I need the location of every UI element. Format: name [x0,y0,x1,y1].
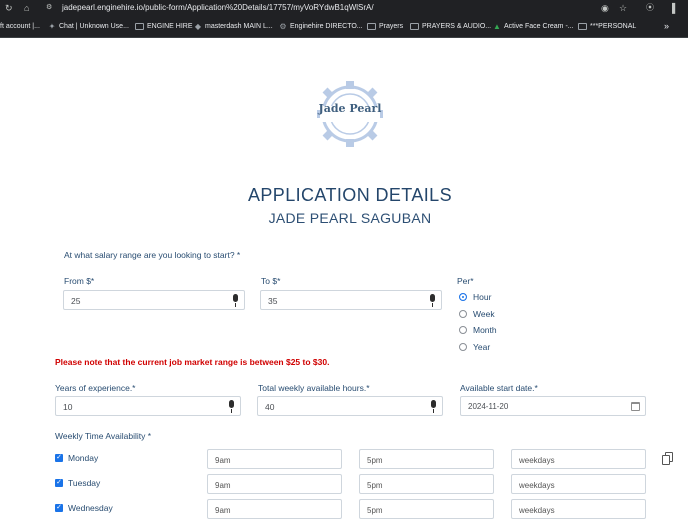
gear-logo-icon [317,81,383,147]
per-option-month[interactable]: Month [459,325,497,335]
company-logo: Jade Pearl [300,76,400,156]
radio-unselected[interactable] [459,343,467,351]
start-date-input[interactable]: 2024-11-20 [460,396,646,416]
bookmark-item[interactable]: ▲ Active Face Cream -... [493,22,574,31]
bookmark-folder[interactable]: Prayers [367,23,403,30]
to-time-input[interactable]: 5pm [359,474,494,494]
market-range-notice: Please note that the current job market … [55,357,330,367]
folder-icon [367,23,376,30]
per-option-year[interactable]: Year [459,342,490,352]
salary-question: At what salary range are you looking to … [64,250,241,260]
radio-unselected[interactable] [459,310,467,318]
from-time-input[interactable]: 9am [207,449,342,469]
more-bookmarks-button[interactable]: » [664,21,669,31]
from-time-input[interactable]: 9am [207,474,342,494]
url-text[interactable]: jadepearl.enginehire.io/public-form/Appl… [62,3,374,12]
microphone-icon[interactable] [430,400,437,413]
day-checkbox-wednesday[interactable]: ✓ Wednesday [55,503,113,513]
checkbox-checked[interactable]: ✓ [55,454,63,462]
days-input[interactable]: weekdays [511,449,646,469]
to-time-input[interactable]: 5pm [359,449,494,469]
bookmarks-bar: ft account |... ✦ Chat | Unknown Use... E… [0,16,688,38]
bookmark-item[interactable]: ✦ Chat | Unknown Use... [48,22,129,31]
site-icon: ▲ [493,22,501,31]
from-label: From $* [64,276,95,286]
experience-label: Years of experience.* [55,383,136,393]
folder-icon [135,23,144,30]
days-input[interactable]: weekdays [511,499,646,519]
site-icon: ◆ [194,22,202,31]
folder-icon [410,23,419,30]
hours-label: Total weekly available hours.* [258,383,370,393]
checkbox-checked[interactable]: ✓ [55,504,63,512]
from-salary-input[interactable]: 25 [63,290,245,310]
copy-icon[interactable] [662,452,674,465]
radio-unselected[interactable] [459,326,467,334]
per-option-hour[interactable]: Hour [459,292,491,302]
bookmark-item[interactable]: ft account |... [0,23,40,30]
experience-input[interactable]: 10 [55,396,241,416]
bookmark-folder[interactable]: ***PERSONAL [578,23,636,30]
availability-label: Weekly Time Availability * [55,431,152,441]
per-option-week[interactable]: Week [459,309,495,319]
microphone-icon[interactable] [429,294,436,307]
start-date-label: Available start date.* [460,383,538,393]
applicant-name: JADE PEARL SAGUBAN [268,210,432,226]
microphone-icon[interactable] [228,400,235,413]
calendar-icon[interactable] [631,402,640,411]
per-label: Per* [457,276,474,286]
bookmark-item[interactable]: ⚙ Enginehire DIRECTO... [279,22,362,31]
gear-icon: ⚙ [279,22,287,31]
browser-address-bar: ↻ ⌂ ⚙ jadepearl.enginehire.io/public-for… [0,0,688,16]
profile-icon[interactable]: ⦿ [646,3,654,13]
visibility-icon[interactable]: ◉ [601,3,609,13]
from-time-input[interactable]: 9am [207,499,342,519]
bookmark-folder[interactable]: ENGINE HIRE [135,23,193,30]
day-checkbox-monday[interactable]: ✓ Monday [55,453,98,463]
home-icon[interactable]: ⌂ [24,3,29,13]
bookmark-star-icon[interactable]: ☆ [619,3,627,13]
folder-icon [578,23,587,30]
form-page: Jade Pearl APPLICATION DETAILS JADE PEAR… [0,38,688,526]
day-checkbox-tuesday[interactable]: ✓ Tuesday [55,478,100,488]
hours-input[interactable]: 40 [257,396,443,416]
checkbox-checked[interactable]: ✓ [55,479,63,487]
site-info-icon[interactable]: ⚙ [46,3,52,13]
reload-icon[interactable]: ↻ [5,3,13,13]
to-label: To $* [261,276,281,286]
microphone-icon[interactable] [232,294,239,307]
radio-selected[interactable] [459,293,467,301]
logo-text: Jade Pearl [318,102,382,115]
bookmark-folder[interactable]: PRAYERS & AUDIO... [410,23,491,30]
bookmark-item[interactable]: ◆ masterdash MAIN L... [194,22,273,31]
page-title: APPLICATION DETAILS [248,185,452,205]
menu-icon[interactable]: ▌ [672,3,678,13]
chat-icon: ✦ [48,22,56,31]
days-input[interactable]: weekdays [511,474,646,494]
to-salary-input[interactable]: 35 [260,290,442,310]
to-time-input[interactable]: 5pm [359,499,494,519]
